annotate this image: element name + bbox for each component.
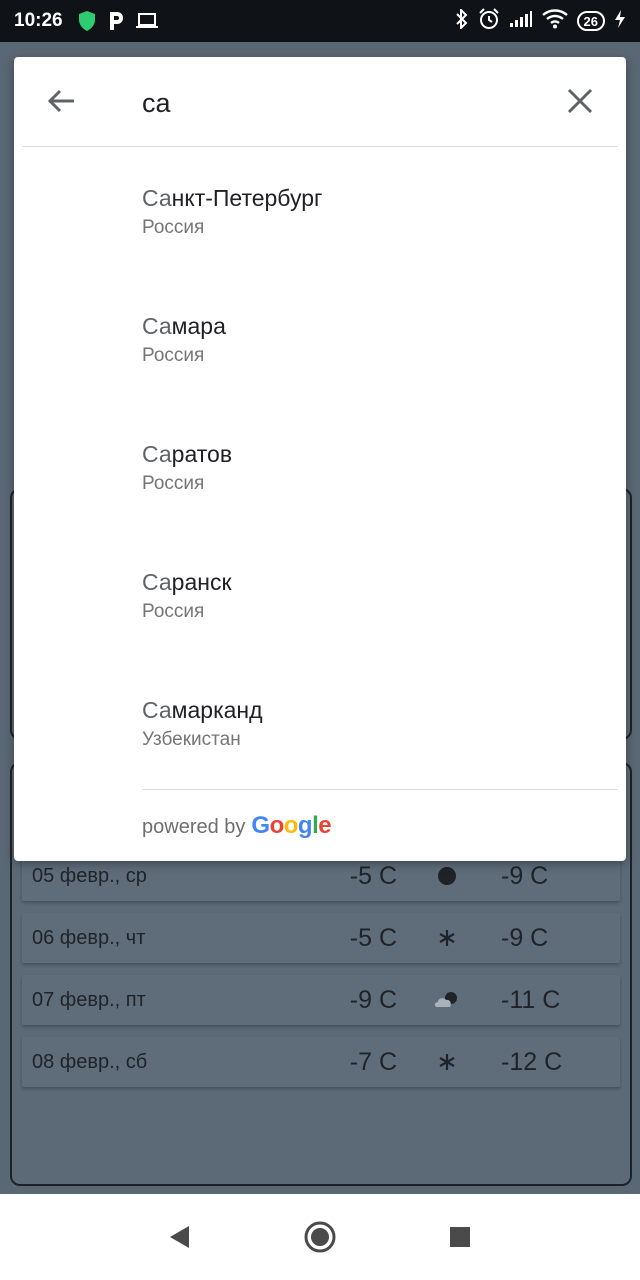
result-name: Санкт-Петербург <box>142 184 626 212</box>
result-country: Россия <box>142 217 205 238</box>
nav-back-button[interactable] <box>160 1217 200 1257</box>
cloudy-night-icon <box>397 990 497 1010</box>
search-result[interactable]: Санкт-Петербург Россия <box>14 149 626 277</box>
back-triangle-icon <box>170 1226 189 1248</box>
forecast-min: -11 C <box>501 985 561 1014</box>
forecast-min: -9 C <box>501 923 549 952</box>
place-search-dialog: Санкт-Петербург Россия Самара Россия Сар… <box>14 57 626 861</box>
snowflake-icon <box>397 1053 497 1071</box>
forecast-min: -12 C <box>501 1047 563 1076</box>
result-rest: ранск <box>171 569 232 595</box>
search-result[interactable]: Самарканд Узбекистан <box>14 661 626 789</box>
result-rest: марканд <box>171 697 263 723</box>
google-logo-letter: o <box>269 812 285 839</box>
arrow-left-icon <box>47 89 74 113</box>
clear-button[interactable] <box>560 81 600 121</box>
result-match: Са <box>142 569 172 595</box>
search-results: Санкт-Петербург Россия Самара Россия Сар… <box>14 149 626 789</box>
navigation-bar <box>0 1194 640 1280</box>
forecast-min: -9 C <box>501 861 549 890</box>
charging-icon <box>614 9 626 34</box>
wifi-icon <box>541 8 568 34</box>
recents-square-icon <box>450 1227 470 1247</box>
forecast-max: -5 C <box>349 861 397 890</box>
search-bar <box>22 57 618 147</box>
forecast-date: 07 февр., пт <box>32 988 146 1011</box>
result-country: Россия <box>142 345 205 366</box>
powered-by-label: powered by <box>142 816 246 838</box>
search-result[interactable]: Самара Россия <box>14 277 626 405</box>
result-match: Са <box>142 313 172 339</box>
nav-recents-button[interactable] <box>440 1217 480 1257</box>
status-bar: 10:26 26 <box>0 0 640 42</box>
alarm-icon <box>478 7 500 35</box>
home-circle-icon <box>304 1221 336 1253</box>
back-button[interactable] <box>42 81 82 121</box>
shield-icon <box>77 10 97 32</box>
forecast-row: 07 февр., пт -9 C -11 C <box>22 975 620 1025</box>
google-logo-letter: g <box>297 812 313 839</box>
result-name: Самара <box>142 312 626 340</box>
result-rest: ратов <box>171 441 233 467</box>
result-match: Са <box>142 441 172 467</box>
google-logo: Google <box>251 812 331 840</box>
google-logo-letter: e <box>318 812 332 839</box>
google-logo-letter: G <box>251 812 270 839</box>
forecast-max: -5 C <box>349 923 397 952</box>
forecast-row: 08 февр., сб -7 C -12 C <box>22 1037 620 1087</box>
result-name: Самарканд <box>142 696 626 724</box>
search-result[interactable]: Саранск Россия <box>14 533 626 661</box>
snowflake-icon <box>397 929 497 947</box>
forecast-date: 08 февр., сб <box>32 1050 148 1073</box>
result-match: Са <box>142 185 172 211</box>
battery-icon: 26 <box>576 11 605 31</box>
powered-by-google: powered by Google <box>142 789 618 840</box>
search-result[interactable]: Саратов Россия <box>14 405 626 533</box>
result-country: Узбекистан <box>142 729 241 750</box>
result-country: Россия <box>142 601 205 622</box>
search-input[interactable] <box>142 83 522 123</box>
clear-night-icon <box>397 866 497 886</box>
result-name: Саранск <box>142 568 626 596</box>
forecast-max: -7 C <box>349 1047 397 1076</box>
forecast-max: -9 C <box>349 985 397 1014</box>
result-rest: нкт-Петербург <box>171 185 323 211</box>
result-rest: мара <box>171 313 226 339</box>
result-country: Россия <box>142 473 205 494</box>
parking-icon <box>107 10 125 32</box>
forecast-row: 06 февр., чт -5 C -9 C <box>22 913 620 963</box>
result-match: Са <box>142 697 172 723</box>
result-name: Саратов <box>142 440 626 468</box>
close-icon <box>567 88 593 114</box>
forecast-date: 06 февр., чт <box>32 926 146 949</box>
battery-level: 26 <box>583 13 598 29</box>
laptop-icon <box>135 12 159 30</box>
forecast-list: 05 февр., ср -5 C -9 C 06 февр., чт -5 C… <box>22 851 620 1099</box>
google-logo-letter: o <box>283 812 299 839</box>
nav-home-button[interactable] <box>300 1217 340 1257</box>
status-time: 10:26 <box>14 10 63 31</box>
signal-icon <box>509 10 533 33</box>
forecast-date: 05 февр., ср <box>32 864 147 887</box>
bluetooth-icon <box>455 7 469 34</box>
